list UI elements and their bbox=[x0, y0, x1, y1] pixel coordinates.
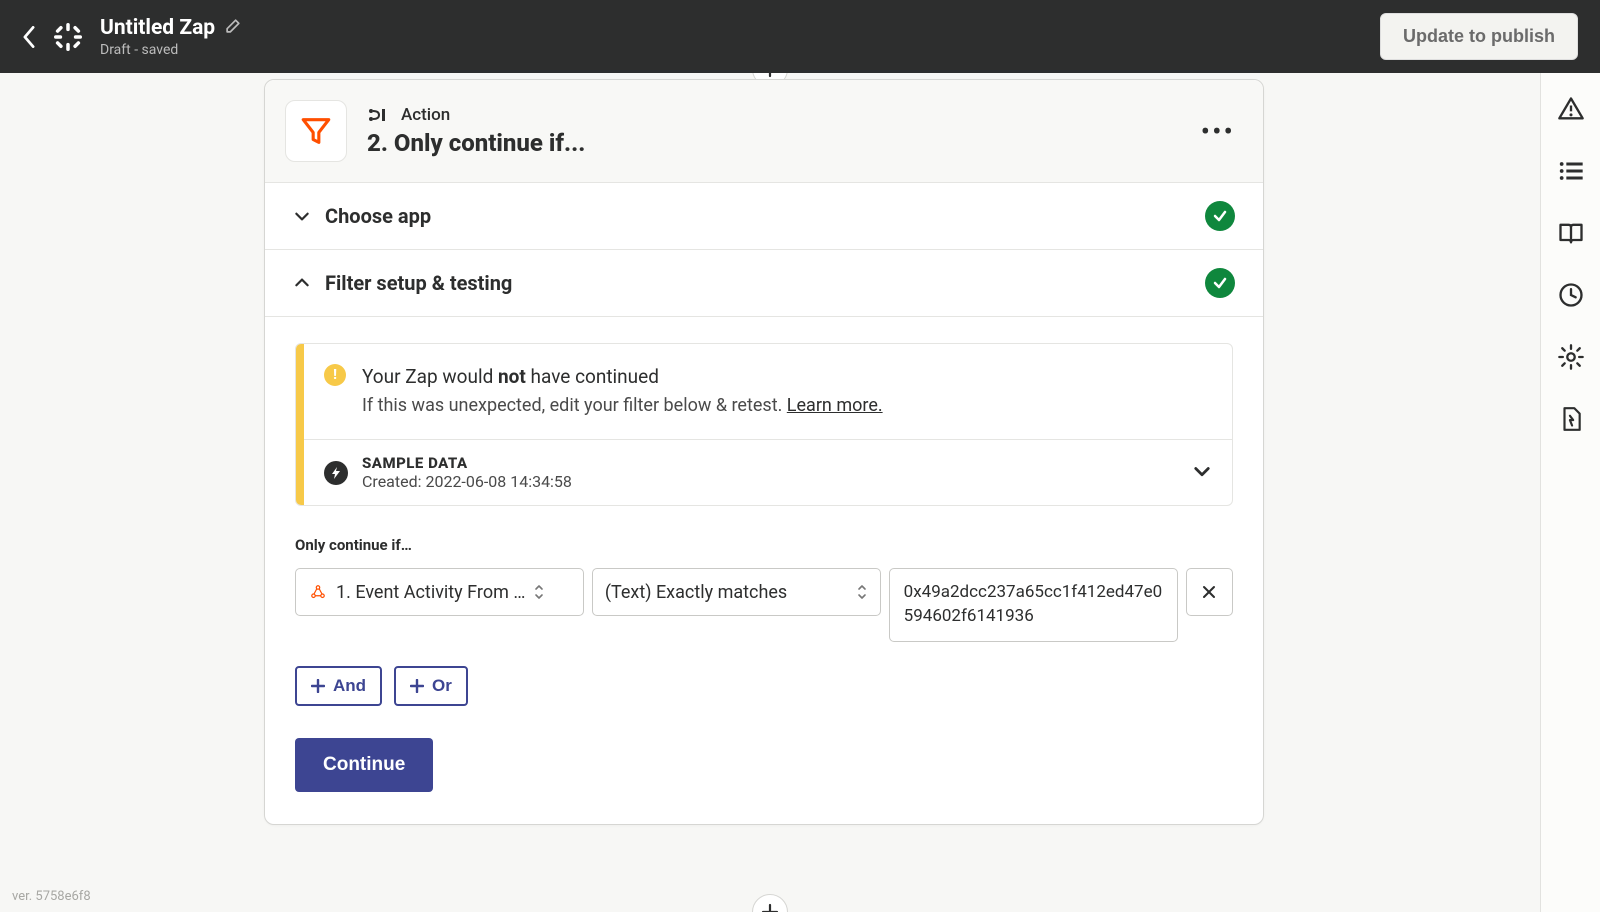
step-body: ! Your Zap would not have continued If t… bbox=[265, 317, 1263, 824]
filter-field-value: 1. Event Activity From … bbox=[336, 582, 525, 603]
zap-status: Draft - saved bbox=[100, 42, 242, 58]
step-menu-button[interactable]: ••• bbox=[1201, 115, 1235, 148]
alert-icon[interactable] bbox=[1557, 95, 1585, 123]
export-icon[interactable] bbox=[1557, 405, 1585, 433]
notice-headline: Your Zap would not have continued bbox=[362, 362, 883, 392]
filter-rule-row: 1. Event Activity From … (Text) Exactly … bbox=[295, 568, 1233, 642]
sort-icon bbox=[533, 584, 545, 600]
zapier-logo-icon[interactable] bbox=[54, 23, 82, 51]
warning-icon: ! bbox=[324, 364, 346, 386]
path-icon bbox=[367, 105, 391, 125]
version-label: ver. 5758e6f8 bbox=[12, 889, 91, 904]
step-header: Action 2. Only continue if... ••• bbox=[265, 80, 1263, 183]
book-icon[interactable] bbox=[1557, 219, 1585, 247]
filter-setup-label: Filter setup & testing bbox=[325, 271, 1191, 295]
add-and-button[interactable]: And bbox=[295, 666, 382, 706]
choose-app-section[interactable]: Choose app bbox=[265, 183, 1263, 250]
filter-form-label: Only continue if… bbox=[295, 536, 1233, 554]
step-type-label: Action bbox=[401, 105, 450, 125]
filter-setup-section[interactable]: Filter setup & testing bbox=[265, 250, 1263, 317]
outline-icon[interactable] bbox=[1557, 157, 1585, 185]
edit-title-icon[interactable] bbox=[225, 17, 242, 38]
chevron-up-icon bbox=[293, 274, 311, 292]
webhook-icon bbox=[308, 582, 328, 602]
title-block: Untitled Zap Draft - saved bbox=[100, 16, 242, 58]
continue-button[interactable]: Continue bbox=[295, 738, 433, 792]
remove-rule-button[interactable] bbox=[1186, 568, 1233, 616]
add-or-button[interactable]: Or bbox=[394, 666, 468, 706]
step-title: 2. Only continue if... bbox=[367, 129, 1181, 157]
notice-subtext: If this was unexpected, edit your filter… bbox=[362, 392, 883, 421]
learn-more-link[interactable]: Learn more. bbox=[787, 395, 883, 416]
expand-sample-button[interactable] bbox=[1192, 461, 1212, 485]
top-header: Untitled Zap Draft - saved Update to pub… bbox=[0, 0, 1600, 73]
sort-icon bbox=[856, 584, 868, 600]
choose-app-label: Choose app bbox=[325, 204, 1191, 228]
chevron-down-icon bbox=[293, 207, 311, 225]
back-button[interactable] bbox=[22, 26, 36, 48]
publish-button[interactable]: Update to publish bbox=[1380, 13, 1578, 60]
editor-canvas: Action 2. Only continue if... ••• Choose… bbox=[0, 73, 1540, 912]
filter-condition-value: (Text) Exactly matches bbox=[605, 582, 848, 603]
test-result-notice: ! Your Zap would not have continued If t… bbox=[295, 343, 1233, 506]
check-icon bbox=[1205, 201, 1235, 231]
zap-title[interactable]: Untitled Zap bbox=[100, 16, 215, 40]
filter-value-input[interactable]: 0x49a2dcc237a65cc1f412ed47e0594602f61419… bbox=[889, 568, 1178, 642]
step-card: Action 2. Only continue if... ••• Choose… bbox=[264, 79, 1264, 825]
right-rail bbox=[1540, 73, 1600, 912]
bolt-icon bbox=[324, 461, 348, 485]
filter-field-select[interactable]: 1. Event Activity From … bbox=[295, 568, 584, 616]
sample-data-title: SAMPLE DATA bbox=[362, 454, 572, 472]
filter-app-icon bbox=[285, 100, 347, 162]
add-step-after-button[interactable] bbox=[752, 894, 788, 912]
history-icon[interactable] bbox=[1557, 281, 1585, 309]
check-icon bbox=[1205, 268, 1235, 298]
header-left: Untitled Zap Draft - saved bbox=[22, 16, 242, 58]
filter-condition-select[interactable]: (Text) Exactly matches bbox=[592, 568, 881, 616]
settings-icon[interactable] bbox=[1557, 343, 1585, 371]
sample-data-created: Created: 2022-06-08 14:34:58 bbox=[362, 472, 572, 491]
